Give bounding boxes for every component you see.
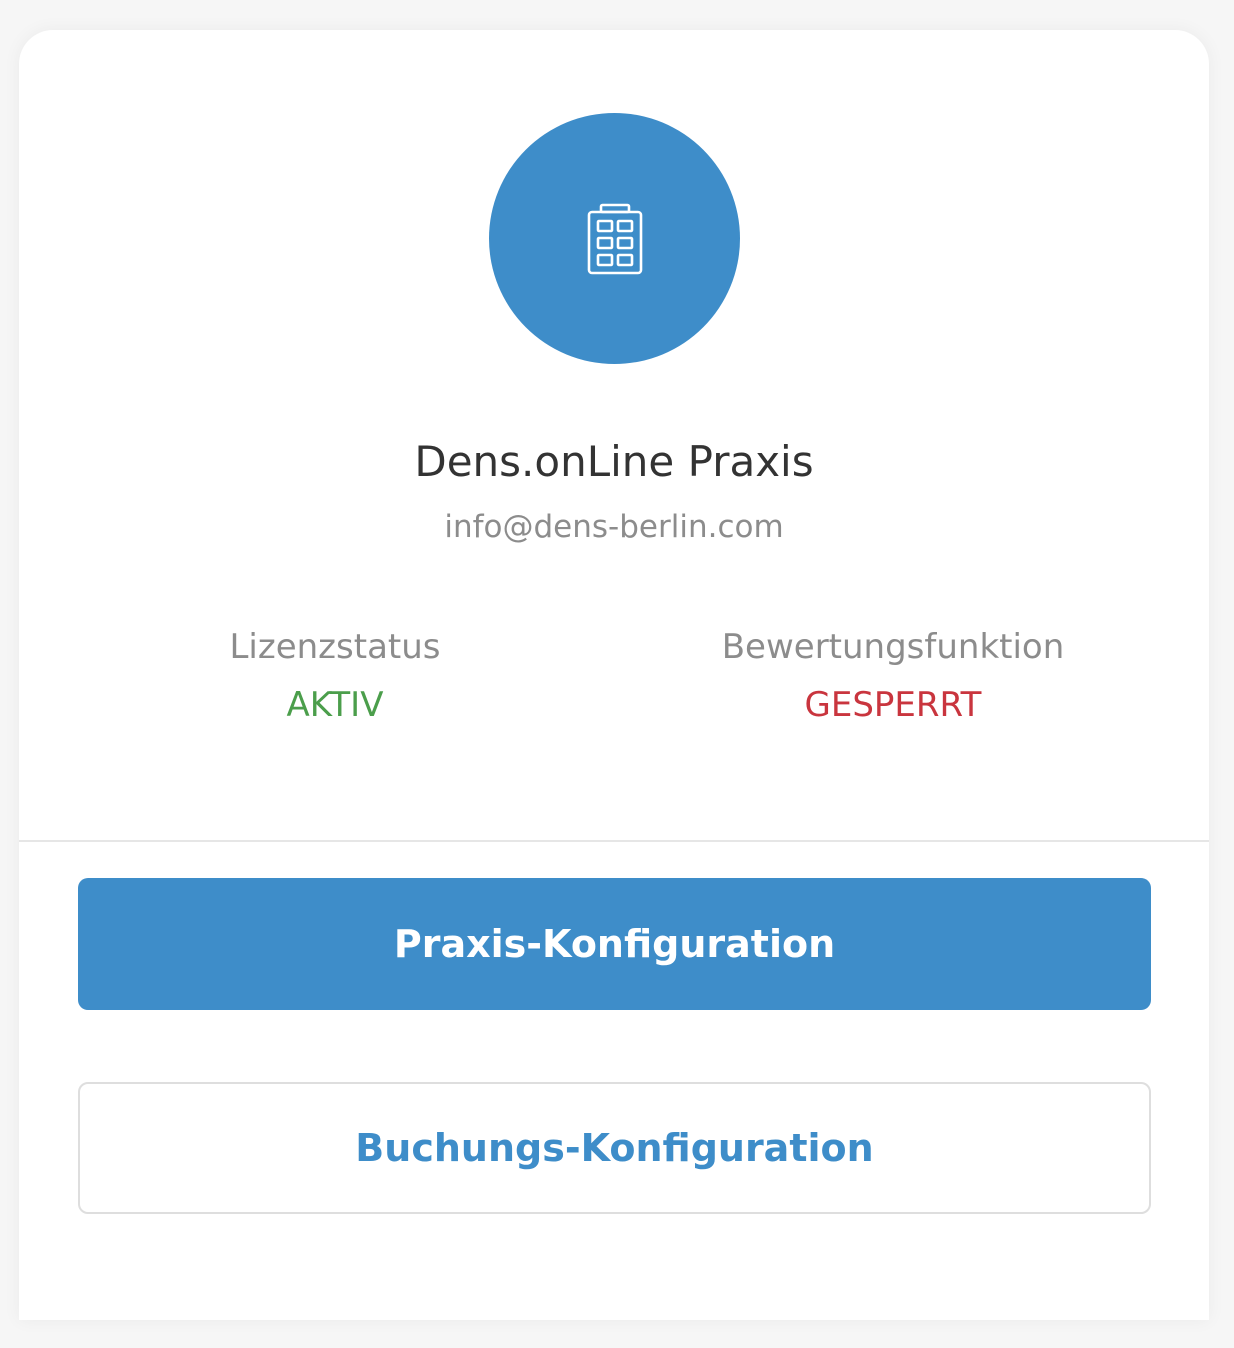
rating-function-status: Bewertungsfunktion GESPERRT [613, 624, 1173, 728]
practice-card: Dens.onLine Praxis info@dens-berlin.com … [19, 30, 1209, 1320]
license-status: Lizenzstatus AKTIV [55, 624, 615, 728]
building-icon [586, 202, 644, 276]
booking-config-button[interactable]: Buchungs-Konfiguration [78, 1082, 1151, 1214]
practice-email: info@dens-berlin.com [444, 509, 784, 545]
license-status-label: Lizenzstatus [229, 627, 441, 667]
license-status-value: AKTIV [286, 685, 384, 725]
rating-function-value: GESPERRT [804, 685, 982, 725]
rating-function-label: Bewertungsfunktion [721, 627, 1065, 667]
divider [19, 840, 1209, 842]
practice-config-button[interactable]: Praxis-Konfiguration [78, 878, 1151, 1010]
avatar [489, 113, 740, 364]
practice-name: Dens.onLine Praxis [414, 437, 814, 486]
